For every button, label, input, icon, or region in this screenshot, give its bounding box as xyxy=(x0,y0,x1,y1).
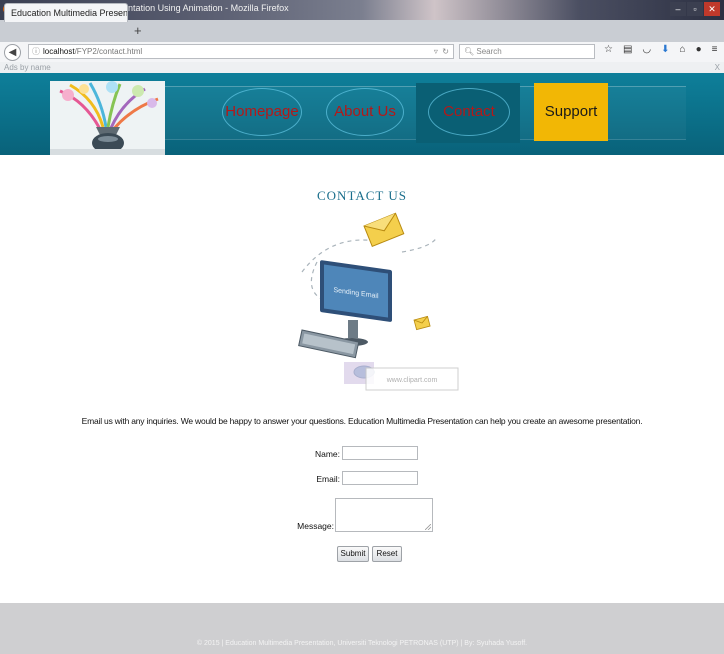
ads-label: Ads by name xyxy=(4,63,51,72)
back-arrow-icon[interactable]: ◀ xyxy=(4,44,21,61)
name-label: Name: xyxy=(314,449,340,459)
message-label: Message: xyxy=(297,521,334,531)
download-icon[interactable]: ⬇ xyxy=(661,44,669,59)
ads-close-icon[interactable]: X xyxy=(715,62,720,73)
close-window-icon[interactable]: ✕ xyxy=(704,2,720,16)
intro-paragraph: Email us with any inquiries. We would be… xyxy=(81,416,643,426)
tab-title: Education Multimedia Presenta... xyxy=(11,8,128,18)
menu-icon[interactable]: ≡ xyxy=(712,44,718,59)
search-placeholder: Search xyxy=(476,47,502,56)
pocket-icon[interactable]: ◡ xyxy=(642,44,651,59)
bookmark-star-icon[interactable]: ☆ xyxy=(604,44,613,59)
reload-icon[interactable]: ▿ ↻ xyxy=(434,45,449,58)
window-controls: – ▫ ✕ xyxy=(670,2,720,16)
reset-button[interactable]: Reset xyxy=(372,546,402,562)
home-icon[interactable]: ⌂ xyxy=(680,44,686,59)
site-logo[interactable] xyxy=(50,81,165,155)
url-host: localhost xyxy=(43,47,75,56)
navigation-toolbar: ◀ ⓘ localhost/FYP2/contact.html ▿ ↻ 🔍︎ S… xyxy=(0,42,724,63)
url-bar[interactable]: ⓘ localhost/FYP2/contact.html ▿ ↻ xyxy=(28,44,454,59)
footer-copyright: © 2015 | Education Multimedia Presentati… xyxy=(196,640,528,647)
reading-list-icon[interactable]: ▤ xyxy=(623,44,632,59)
clipart-watermark: www.clipart.com xyxy=(386,377,438,384)
chat-icon[interactable]: ● xyxy=(696,44,702,59)
nav-about-link[interactable]: About Us xyxy=(326,88,404,136)
sending-email-illustration: Sending Email www.clipart.com xyxy=(272,212,462,402)
tab-close-icon[interactable]: × xyxy=(116,4,121,22)
maximize-icon[interactable]: ▫ xyxy=(687,2,703,16)
resize-handle-icon[interactable] xyxy=(425,524,431,530)
toolbar-icons: ☆ ▤ ◡ ⬇ ⌂ ● ≡ xyxy=(604,44,717,59)
name-input[interactable] xyxy=(342,446,418,460)
search-icon: 🔍︎ xyxy=(464,47,475,56)
page-title: CONTACT US xyxy=(317,188,407,203)
email-input[interactable] xyxy=(342,471,418,485)
nav-support-link[interactable]: Support xyxy=(534,83,608,141)
url-path: /FYP2/contact.html xyxy=(74,47,143,56)
site-header: Homepage About Us Contact Support xyxy=(0,73,724,155)
site-info-icon[interactable]: ⓘ xyxy=(32,45,40,58)
message-textarea[interactable] xyxy=(335,498,433,532)
browser-tab[interactable]: Education Multimedia Presenta... × xyxy=(4,3,128,22)
minimize-icon[interactable]: – xyxy=(670,2,686,16)
new-tab-button[interactable]: + xyxy=(134,23,142,38)
nav-contact-link[interactable]: Contact xyxy=(428,88,510,136)
submit-button[interactable]: Submit xyxy=(337,546,369,562)
email-label: Email: xyxy=(316,474,340,484)
search-input[interactable]: 🔍︎ Search xyxy=(459,44,595,59)
nav-homepage-link[interactable]: Homepage xyxy=(222,88,302,136)
tab-strip xyxy=(0,20,724,42)
